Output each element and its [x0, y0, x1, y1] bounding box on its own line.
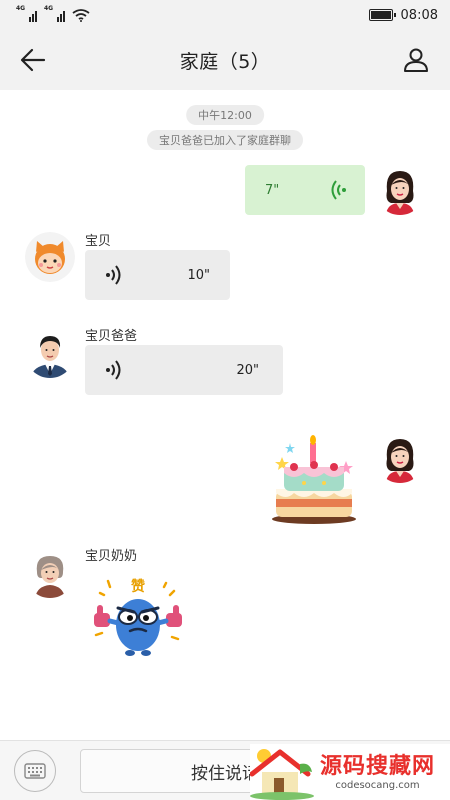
- signal-bar: [57, 16, 59, 22]
- chat-area[interactable]: 中午12:00 宝贝爸爸已加入了家庭群聊 7" 宝贝 10" 宝贝爸爸 20" …: [0, 90, 450, 740]
- arrow-left-icon[interactable]: [18, 46, 48, 74]
- wifi-icon: [72, 9, 90, 22]
- voice-duration: 20": [236, 362, 259, 378]
- voice-wave-icon: [331, 180, 346, 200]
- keyboard-icon: [24, 763, 46, 779]
- battery-icon: [368, 9, 396, 21]
- man-avatar-icon: [25, 328, 75, 378]
- sender-name: 宝贝: [85, 234, 112, 249]
- voice-message-bubble[interactable]: 20": [85, 345, 283, 395]
- grandma-avatar-icon: [25, 548, 75, 598]
- network-type-label-1: 4G: [16, 4, 26, 12]
- thumbs-up-monster-icon: 赞: [94, 578, 182, 656]
- network-type-label-2: 4G: [44, 4, 54, 12]
- sender-name: 宝贝爸爸: [85, 329, 138, 344]
- birthday-cake-sticker[interactable]: [268, 435, 360, 525]
- signal-2-icon: 4G: [44, 5, 66, 22]
- woman-avatar-icon: [375, 433, 425, 483]
- chat-header: 家庭（5）: [0, 30, 450, 90]
- sticker-caption: 赞: [130, 578, 145, 595]
- battery-fill: [370, 11, 391, 19]
- avatar-mom[interactable]: [375, 165, 425, 215]
- voice-duration: 7": [265, 182, 280, 198]
- watermark-url: codesocang.com: [335, 779, 420, 791]
- house-logo-icon: [250, 749, 314, 800]
- signal-bar: [29, 16, 31, 22]
- user-icon[interactable]: [402, 46, 430, 74]
- watermark-title: 源码搜藏网: [320, 753, 436, 779]
- signal-bar: [32, 13, 34, 22]
- voice-message-bubble[interactable]: 10": [85, 250, 230, 300]
- sender-name: 宝贝奶奶: [85, 549, 138, 564]
- voice-wave-icon: [106, 360, 121, 380]
- page-title: 家庭（5）: [179, 50, 271, 73]
- birthday-cake-icon: [272, 435, 356, 524]
- clock: 08:08: [400, 7, 438, 23]
- avatar-dad[interactable]: [25, 328, 75, 378]
- voice-duration: 10": [187, 267, 210, 283]
- woman-avatar-icon: [375, 165, 425, 215]
- signal-1-icon: 4G: [16, 5, 38, 22]
- timestamp-pill: 中午12:00: [186, 105, 264, 125]
- system-notice: 宝贝爸爸已加入了家庭群聊: [147, 130, 303, 150]
- avatar-grandma[interactable]: [25, 548, 75, 598]
- cartoon-kid-avatar-icon: [25, 232, 75, 282]
- signal-bar: [63, 10, 65, 22]
- signal-bar: [60, 13, 62, 22]
- avatar-mom[interactable]: [375, 433, 425, 483]
- signal-bar: [35, 10, 37, 22]
- status-bar: 4G 4G 08:08: [0, 0, 450, 30]
- thumbs-up-monster-sticker[interactable]: 赞: [88, 575, 188, 665]
- voice-message-bubble[interactable]: 7": [245, 165, 365, 215]
- avatar-baby[interactable]: [25, 232, 75, 282]
- keyboard-toggle-button[interactable]: [14, 750, 56, 792]
- watermark: 源码搜藏网 codesocang.com: [250, 744, 450, 800]
- voice-wave-icon: [106, 265, 121, 285]
